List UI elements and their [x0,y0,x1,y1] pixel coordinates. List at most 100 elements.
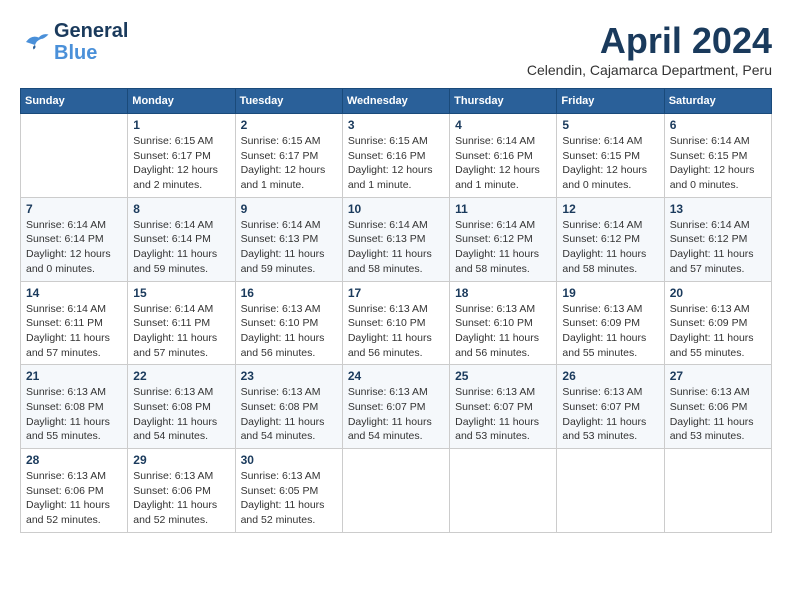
calendar-cell: 3 Sunrise: 6:15 AM Sunset: 6:16 PM Daylig… [342,114,449,198]
day-number: 16 [241,286,337,300]
calendar-cell: 13 Sunrise: 6:14 AM Sunset: 6:12 PM Dayli… [664,197,771,281]
logo-blue-text: Blue [54,42,128,64]
calendar-cell: 12 Sunrise: 6:14 AM Sunset: 6:12 PM Dayli… [557,197,664,281]
day-number: 29 [133,453,229,467]
day-number: 5 [562,118,658,132]
calendar-cell: 15Sunrise: 6:14 AM Sunset: 6:11 PM Dayli… [128,281,235,365]
day-number: 3 [348,118,444,132]
logo: General Blue [20,20,128,64]
day-info: Sunrise: 6:14 AM Sunset: 6:12 PM Dayligh… [455,218,551,277]
day-of-week-header: Saturday [664,89,771,114]
day-info: Sunrise: 6:14 AM Sunset: 6:12 PM Dayligh… [670,218,766,277]
calendar-cell: 16 Sunrise: 6:13 AM Sunset: 6:10 PM Dayli… [235,281,342,365]
calendar-table: SundayMondayTuesdayWednesdayThursdayFrid… [20,88,772,533]
calendar-cell [664,449,771,533]
day-info: Sunrise: 6:14 AM Sunset: 6:16 PM Dayligh… [455,134,551,193]
day-number: 6 [670,118,766,132]
day-of-week-header: Tuesday [235,89,342,114]
day-number: 10 [348,202,444,216]
calendar-cell [342,449,449,533]
calendar-cell: 18Sunrise: 6:13 AM Sunset: 6:10 PM Dayli… [450,281,557,365]
day-number: 14 [26,286,122,300]
calendar-cell: 20 Sunrise: 6:13 AM Sunset: 6:09 PM Dayli… [664,281,771,365]
day-number: 8 [133,202,229,216]
day-number: 24 [348,369,444,383]
day-number: 19 [562,286,658,300]
day-number: 23 [241,369,337,383]
day-info: Sunrise: 6:14 AM Sunset: 6:14 PM Dayligh… [26,218,122,277]
calendar-cell: 7 Sunrise: 6:14 AM Sunset: 6:14 PM Daylig… [21,197,128,281]
day-number: 21 [26,369,122,383]
calendar-cell: 9 Sunrise: 6:14 AM Sunset: 6:13 PM Daylig… [235,197,342,281]
day-number: 25 [455,369,551,383]
calendar-cell: 8 Sunrise: 6:14 AM Sunset: 6:14 PM Daylig… [128,197,235,281]
day-info: Sunrise: 6:13 AM Sunset: 6:07 PM Dayligh… [455,385,551,444]
day-number: 15 [133,286,229,300]
calendar-week-row: 1Sunrise: 6:15 AM Sunset: 6:17 PM Daylig… [21,114,772,198]
day-info: Sunrise: 6:14 AM Sunset: 6:15 PM Dayligh… [562,134,658,193]
day-info: Sunrise: 6:13 AM Sunset: 6:08 PM Dayligh… [133,385,229,444]
title-block: April 2024 Celendin, Cajamarca Departmen… [527,20,772,78]
day-info: Sunrise: 6:13 AM Sunset: 6:05 PM Dayligh… [241,469,337,528]
calendar-cell: 19 Sunrise: 6:13 AM Sunset: 6:09 PM Dayli… [557,281,664,365]
day-info: Sunrise: 6:14 AM Sunset: 6:13 PM Dayligh… [241,218,337,277]
day-info: Sunrise: 6:13 AM Sunset: 6:08 PM Dayligh… [241,385,337,444]
day-of-week-header: Monday [128,89,235,114]
calendar-cell [21,114,128,198]
day-number: 11 [455,202,551,216]
calendar-cell: 10 Sunrise: 6:14 AM Sunset: 6:13 PM Dayli… [342,197,449,281]
day-info: Sunrise: 6:14 AM Sunset: 6:15 PM Dayligh… [670,134,766,193]
calendar-week-row: 28Sunrise: 6:13 AM Sunset: 6:06 PM Dayli… [21,449,772,533]
calendar-cell: 23 Sunrise: 6:13 AM Sunset: 6:08 PM Dayli… [235,365,342,449]
calendar-cell: 25 Sunrise: 6:13 AM Sunset: 6:07 PM Dayli… [450,365,557,449]
day-info: Sunrise: 6:13 AM Sunset: 6:06 PM Dayligh… [26,469,122,528]
day-info: Sunrise: 6:14 AM Sunset: 6:12 PM Dayligh… [562,218,658,277]
calendar-header-row: SundayMondayTuesdayWednesdayThursdayFrid… [21,89,772,114]
page-header: General Blue April 2024 Celendin, Cajama… [20,20,772,78]
day-number: 13 [670,202,766,216]
day-number: 22 [133,369,229,383]
day-info: Sunrise: 6:13 AM Sunset: 6:10 PM Dayligh… [241,302,337,361]
day-number: 20 [670,286,766,300]
calendar-cell: 26Sunrise: 6:13 AM Sunset: 6:07 PM Dayli… [557,365,664,449]
calendar-cell: 28Sunrise: 6:13 AM Sunset: 6:06 PM Dayli… [21,449,128,533]
day-info: Sunrise: 6:13 AM Sunset: 6:07 PM Dayligh… [348,385,444,444]
day-number: 27 [670,369,766,383]
calendar-cell: 21 Sunrise: 6:13 AM Sunset: 6:08 PM Dayli… [21,365,128,449]
day-number: 12 [562,202,658,216]
day-number: 7 [26,202,122,216]
day-number: 9 [241,202,337,216]
day-info: Sunrise: 6:14 AM Sunset: 6:11 PM Dayligh… [26,302,122,361]
day-of-week-header: Friday [557,89,664,114]
calendar-week-row: 14 Sunrise: 6:14 AM Sunset: 6:11 PM Dayli… [21,281,772,365]
calendar-week-row: 7 Sunrise: 6:14 AM Sunset: 6:14 PM Daylig… [21,197,772,281]
calendar-cell: 30 Sunrise: 6:13 AM Sunset: 6:05 PM Dayli… [235,449,342,533]
month-title: April 2024 [527,20,772,62]
calendar-cell: 2Sunrise: 6:15 AM Sunset: 6:17 PM Daylig… [235,114,342,198]
day-number: 17 [348,286,444,300]
calendar-cell: 1Sunrise: 6:15 AM Sunset: 6:17 PM Daylig… [128,114,235,198]
calendar-week-row: 21 Sunrise: 6:13 AM Sunset: 6:08 PM Dayli… [21,365,772,449]
day-info: Sunrise: 6:14 AM Sunset: 6:13 PM Dayligh… [348,218,444,277]
day-info: Sunrise: 6:13 AM Sunset: 6:08 PM Dayligh… [26,385,122,444]
calendar-cell [450,449,557,533]
day-number: 30 [241,453,337,467]
day-of-week-header: Wednesday [342,89,449,114]
calendar-cell: 22 Sunrise: 6:13 AM Sunset: 6:08 PM Dayli… [128,365,235,449]
day-info: Sunrise: 6:13 AM Sunset: 6:06 PM Dayligh… [133,469,229,528]
logo-bird-icon [20,27,50,57]
day-of-week-header: Sunday [21,89,128,114]
day-info: Sunrise: 6:14 AM Sunset: 6:14 PM Dayligh… [133,218,229,277]
day-info: Sunrise: 6:13 AM Sunset: 6:06 PM Dayligh… [670,385,766,444]
day-number: 1 [133,118,229,132]
day-info: Sunrise: 6:15 AM Sunset: 6:16 PM Dayligh… [348,134,444,193]
calendar-cell: 24 Sunrise: 6:13 AM Sunset: 6:07 PM Dayli… [342,365,449,449]
day-info: Sunrise: 6:13 AM Sunset: 6:10 PM Dayligh… [348,302,444,361]
day-info: Sunrise: 6:13 AM Sunset: 6:07 PM Dayligh… [562,385,658,444]
calendar-cell: 5 Sunrise: 6:14 AM Sunset: 6:15 PM Daylig… [557,114,664,198]
day-info: Sunrise: 6:13 AM Sunset: 6:09 PM Dayligh… [562,302,658,361]
calendar-cell: 4Sunrise: 6:14 AM Sunset: 6:16 PM Daylig… [450,114,557,198]
day-info: Sunrise: 6:13 AM Sunset: 6:09 PM Dayligh… [670,302,766,361]
calendar-cell: 17 Sunrise: 6:13 AM Sunset: 6:10 PM Dayli… [342,281,449,365]
calendar-cell: 29 Sunrise: 6:13 AM Sunset: 6:06 PM Dayli… [128,449,235,533]
